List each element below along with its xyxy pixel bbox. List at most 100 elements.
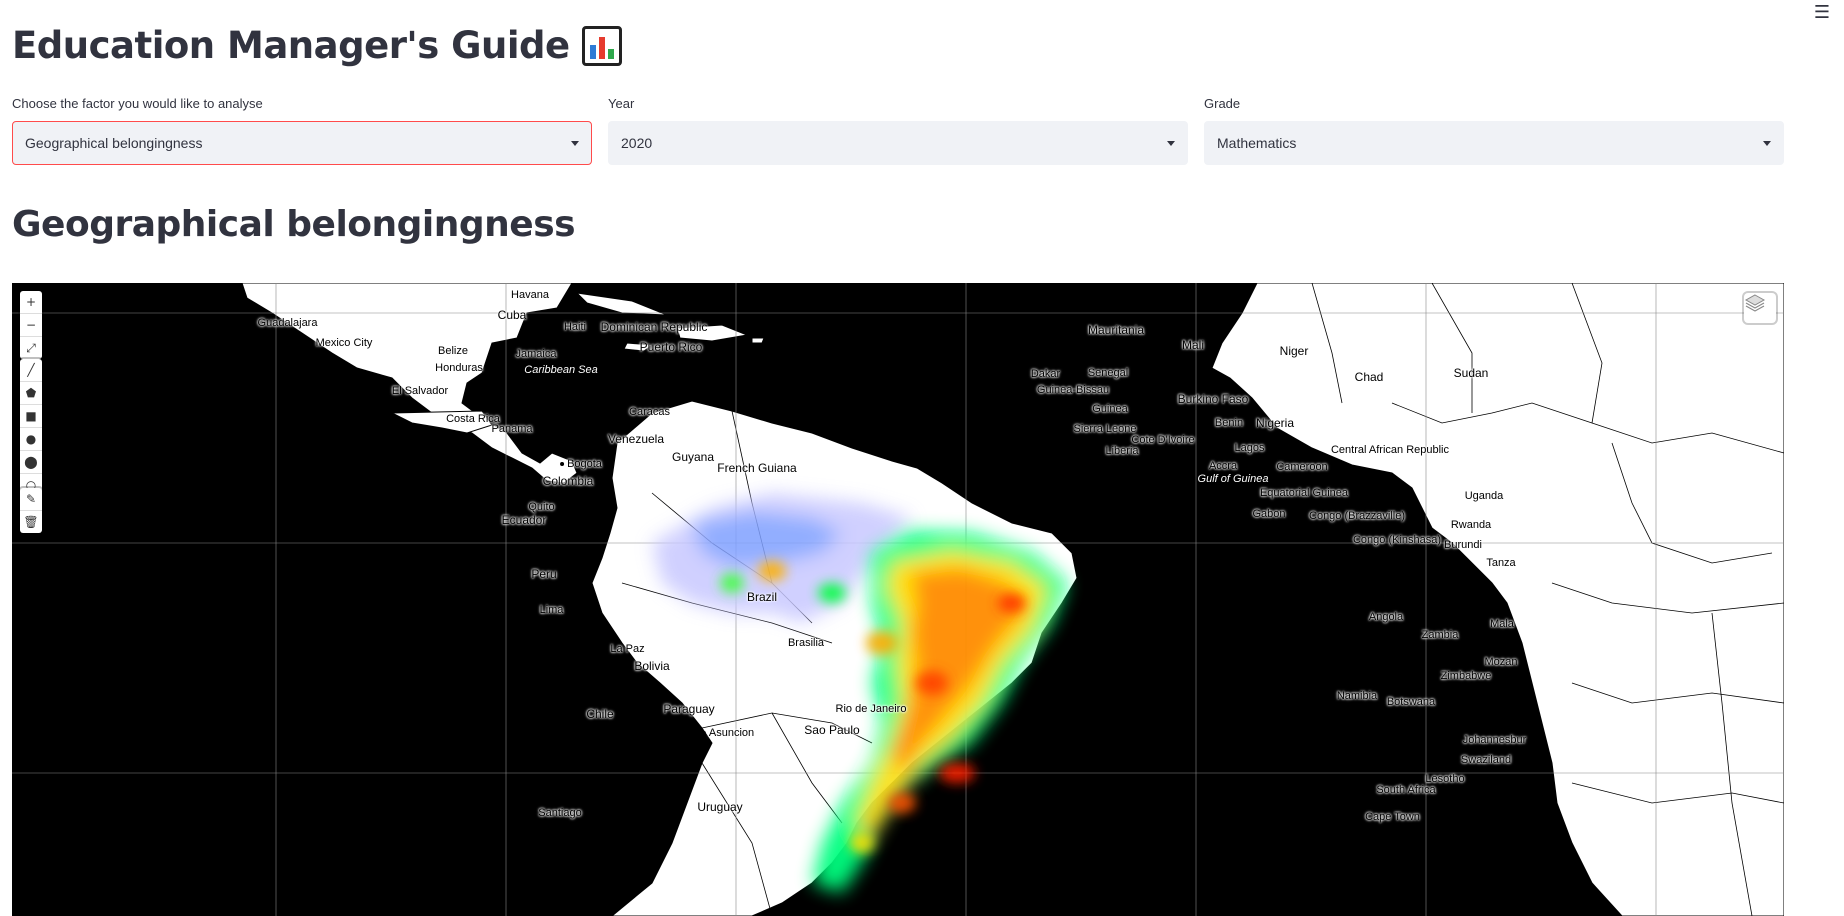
grade-select[interactable]: Mathematics xyxy=(1204,121,1784,165)
place-label: Equatorial Guinea xyxy=(1259,487,1349,499)
place-label: Guinea xyxy=(1092,403,1128,415)
layers-control-button[interactable] xyxy=(1744,293,1776,323)
edit-layers-icon[interactable]: ✎ xyxy=(20,488,42,511)
bar-chart-icon xyxy=(581,25,622,66)
place-label: Burkino Faso xyxy=(1177,392,1249,406)
place-label: Cape Town xyxy=(1358,811,1420,823)
place-label: Cote D'Ivoire xyxy=(1131,434,1195,446)
place-label: Liberia xyxy=(1105,445,1139,457)
map-canvas[interactable] xyxy=(12,283,1784,916)
place-label: Zambia xyxy=(1421,629,1459,641)
place-label: Lima xyxy=(533,604,564,616)
draw-rectangle-icon[interactable]: ■ xyxy=(20,405,42,428)
place-label: Namibia xyxy=(1336,690,1378,702)
place-label: Swaziland xyxy=(1460,754,1512,766)
place-label: Dominican Republic xyxy=(600,320,708,334)
place-label: Cuba xyxy=(497,308,527,322)
place-label: Tanza xyxy=(1486,557,1516,569)
place-label: Accra xyxy=(1208,460,1238,472)
place-label: Niger xyxy=(1279,344,1309,358)
place-label: Nigeria xyxy=(1255,416,1295,430)
place-label: Sierra Leone xyxy=(1073,423,1137,435)
place-label: French Guiana xyxy=(717,461,797,475)
place-label: Honduras xyxy=(435,362,483,374)
grade-label: Grade xyxy=(1204,96,1241,111)
place-label: Mala xyxy=(1490,618,1514,630)
place-label: Mali xyxy=(1181,338,1205,352)
place-label: Havana xyxy=(511,289,549,301)
place-label: Central African Republic xyxy=(1330,444,1450,456)
place-label: Cameroon xyxy=(1276,461,1328,473)
place-label: Bogota xyxy=(560,458,602,470)
main-menu-icon[interactable]: ☰ xyxy=(1814,2,1830,23)
year-select[interactable]: 2020 xyxy=(608,121,1188,165)
year-label: Year xyxy=(608,96,635,111)
factor-label: Choose the factor you would like to anal… xyxy=(12,96,263,111)
place-label: Mozan xyxy=(1484,656,1518,668)
place-label: El Salvador xyxy=(391,385,449,397)
delete-layers-icon[interactable]: 🗑 xyxy=(20,511,42,533)
place-label: Chad xyxy=(1354,370,1384,384)
place-label: Brasilia xyxy=(787,637,825,649)
filter-row: Choose the factor you would like to anal… xyxy=(12,96,1784,168)
grade-filter: Grade Mathematics xyxy=(1204,96,1784,165)
place-label: Panama xyxy=(491,423,533,435)
place-label: Guinea-Bissau xyxy=(1036,384,1110,396)
grade-value: Mathematics xyxy=(1217,135,1297,151)
year-filter: Year 2020 xyxy=(608,96,1188,165)
place-label: Santiago xyxy=(538,807,582,819)
edit-toolbar: ✎ 🗑 xyxy=(20,488,42,533)
place-label: Burundi xyxy=(1444,539,1482,551)
place-label: Guyana xyxy=(671,450,715,464)
place-label: Haiti xyxy=(563,321,587,333)
place-label: Rwanda xyxy=(1450,519,1492,531)
place-label: Puerto Rico xyxy=(639,340,703,354)
place-label: Quito xyxy=(521,501,554,513)
place-label: Mexico City xyxy=(315,337,373,349)
factor-select[interactable]: Geographical belongingness xyxy=(12,121,592,165)
zoom-toolbar: + − ⤢ xyxy=(20,291,42,359)
section-title: Geographical belongingness xyxy=(12,204,576,245)
place-label: Congo (Brazzaville) xyxy=(1309,510,1405,522)
place-label: Senegal xyxy=(1087,367,1129,379)
place-label: Guadalajara xyxy=(251,317,318,329)
place-label: Caracas xyxy=(622,406,670,418)
draw-polygon-icon[interactable]: ⬟ xyxy=(20,382,42,405)
fullscreen-button[interactable]: ⤢ xyxy=(20,337,42,359)
place-label: Rio de Janeiro xyxy=(835,703,907,715)
place-label: Bolivia xyxy=(634,659,670,673)
heatmap-map[interactable]: Havana Cuba Guadalajara Mexico City Hait… xyxy=(12,283,1784,916)
place-label: Mauritania xyxy=(1087,323,1145,337)
place-label: Venezuela xyxy=(607,432,665,446)
factor-filter: Choose the factor you would like to anal… xyxy=(12,96,592,165)
draw-marker-icon[interactable]: ⬤ xyxy=(20,451,42,474)
place-label: Gabon xyxy=(1252,508,1286,520)
place-label: Peru xyxy=(531,567,557,581)
chevron-down-icon xyxy=(571,140,579,146)
place-label: Sao Paulo xyxy=(804,723,860,737)
place-label: Caribbean Sea xyxy=(524,364,598,376)
factor-value: Geographical belongingness xyxy=(25,135,203,151)
page-title-text: Education Manager's Guide xyxy=(12,24,570,67)
place-label: Belize xyxy=(438,345,468,357)
place-label: Botswana xyxy=(1386,696,1436,708)
place-label: Dakar xyxy=(1024,368,1060,380)
place-label: Johannesbur xyxy=(1456,734,1527,746)
place-label: Chile xyxy=(586,707,614,721)
place-label: Colombia xyxy=(542,474,594,488)
place-label: Gulf of Guinea xyxy=(1197,473,1269,485)
place-label: South Africa xyxy=(1376,784,1436,796)
layers-icon xyxy=(1744,294,1766,312)
zoom-out-button[interactable]: − xyxy=(20,314,42,337)
page-title: Education Manager's Guide xyxy=(12,24,622,67)
place-label: Zimbabwe xyxy=(1440,670,1492,682)
draw-circle-icon[interactable]: ● xyxy=(20,428,42,451)
place-label: Brazil xyxy=(746,590,778,604)
chevron-down-icon xyxy=(1167,140,1175,146)
place-label: Uruguay xyxy=(697,800,743,814)
place-label: Asuncion xyxy=(702,727,754,739)
zoom-in-button[interactable]: + xyxy=(20,291,42,314)
chevron-down-icon xyxy=(1763,140,1771,146)
draw-polyline-icon[interactable]: ╱ xyxy=(20,359,42,382)
place-label: Uganda xyxy=(1464,490,1504,502)
